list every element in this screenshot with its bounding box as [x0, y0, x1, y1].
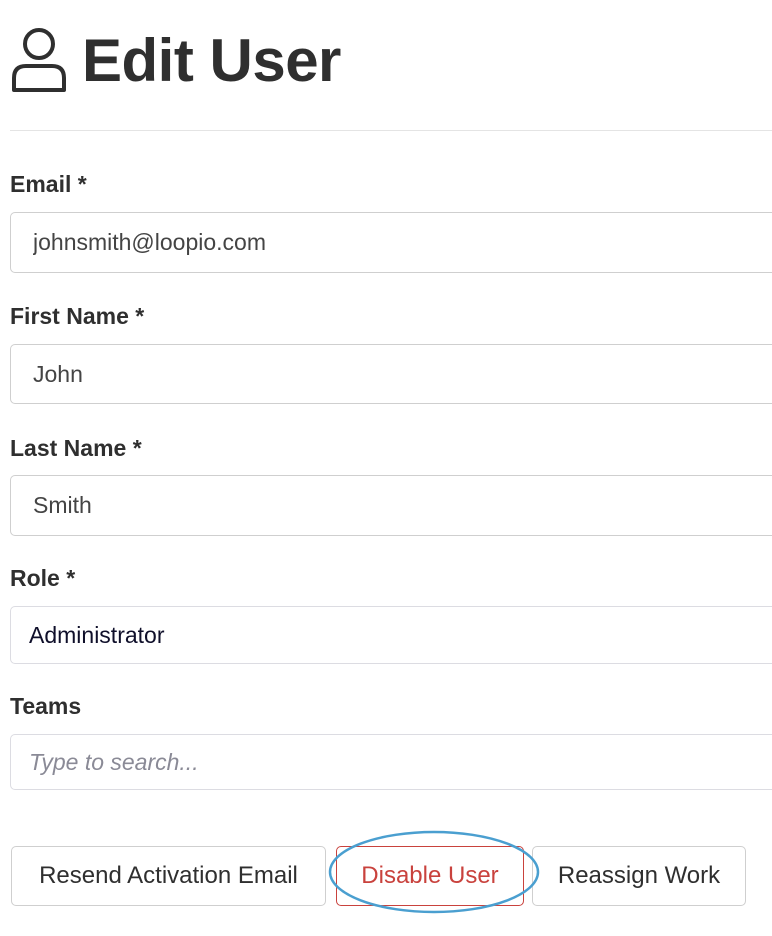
page-title: Edit User — [82, 26, 341, 94]
resend-activation-email-button[interactable]: Resend Activation Email — [11, 846, 326, 906]
disable-user-button[interactable]: Disable User — [336, 846, 524, 906]
role-select-value: Administrator — [29, 622, 165, 648]
teams-search-input[interactable] — [10, 734, 772, 790]
first-name-field[interactable] — [10, 344, 772, 404]
last-name-label: Last Name * — [10, 435, 142, 461]
first-name-label: First Name * — [10, 303, 145, 329]
teams-label: Teams — [10, 693, 82, 719]
page-header: Edit User — [10, 24, 341, 96]
role-select[interactable]: Administrator — [10, 606, 772, 664]
user-icon — [10, 26, 68, 94]
header-divider — [10, 130, 772, 131]
email-field[interactable] — [10, 212, 772, 273]
reassign-work-button[interactable]: Reassign Work — [532, 846, 746, 906]
last-name-field[interactable] — [10, 475, 772, 536]
email-label: Email * — [10, 171, 87, 197]
role-label: Role * — [10, 565, 76, 591]
